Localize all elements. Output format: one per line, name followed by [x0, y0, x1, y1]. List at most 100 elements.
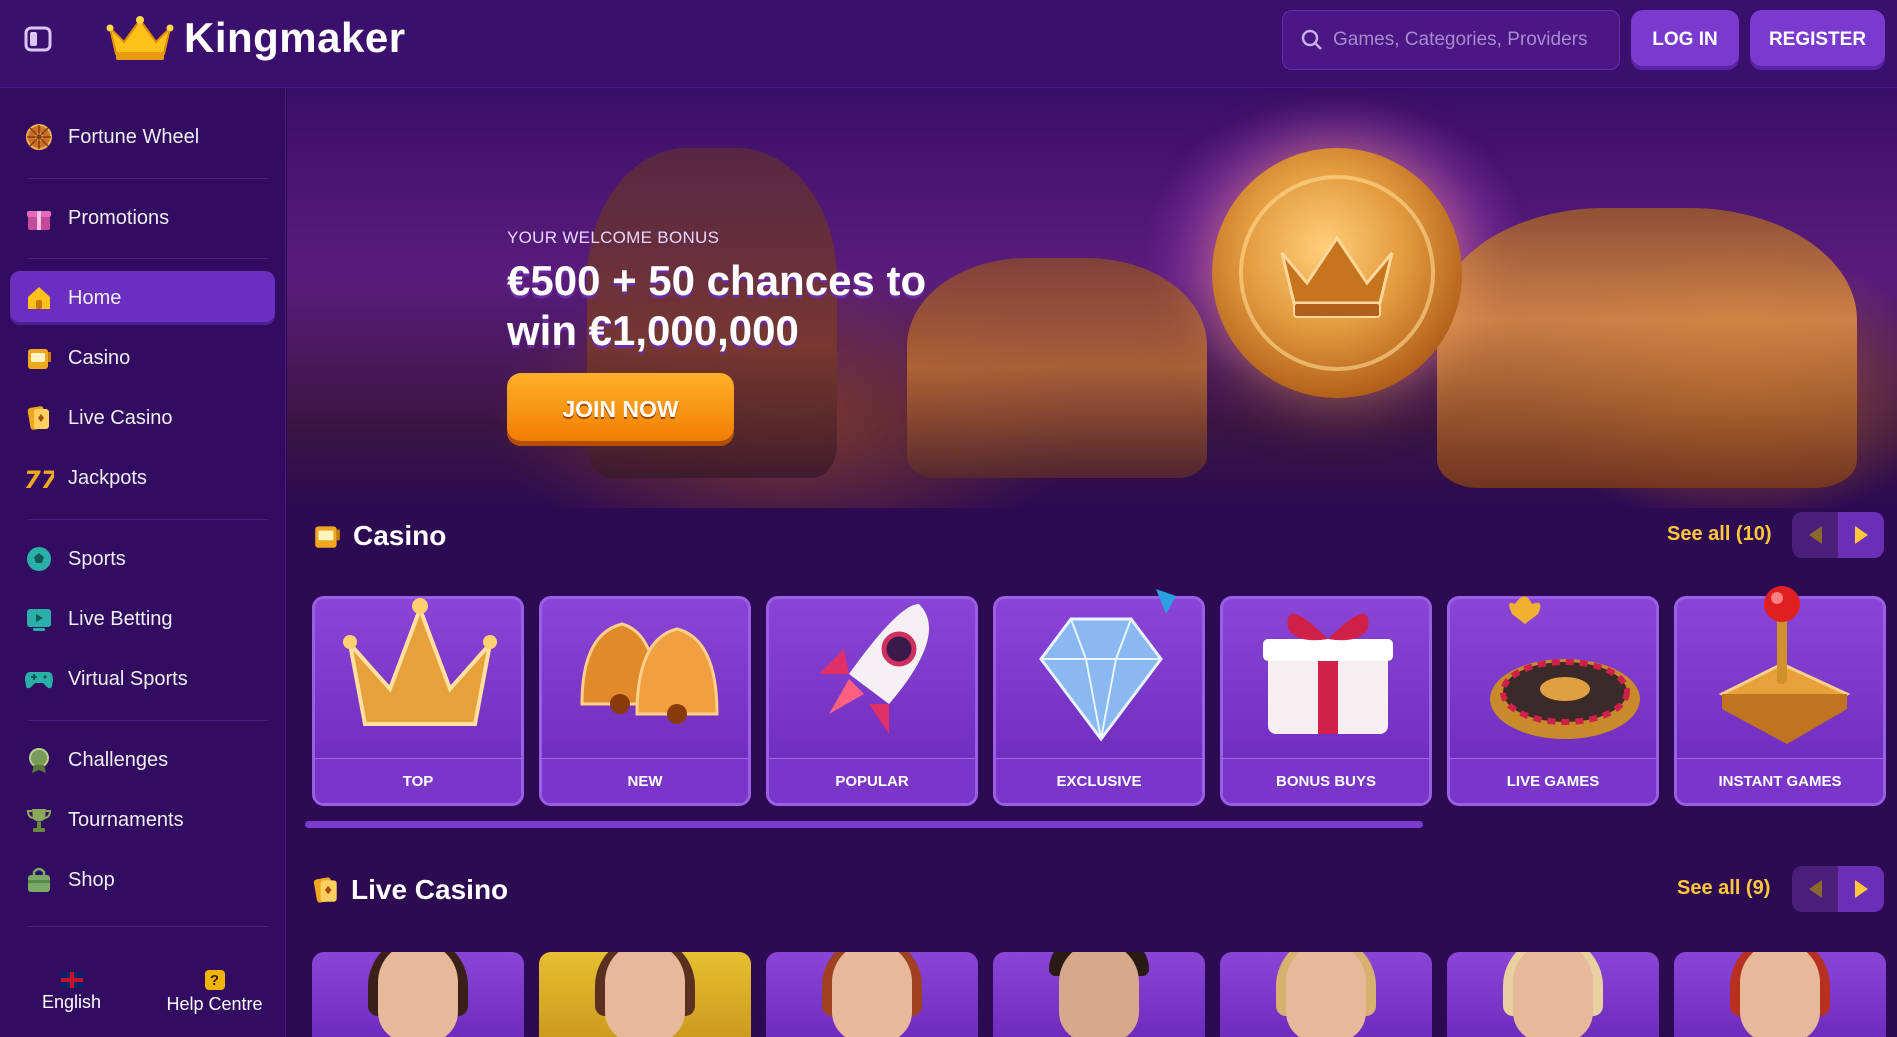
sidebar-item-label: Virtual Sports: [68, 667, 188, 690]
dealer-face: [832, 952, 912, 1037]
login-button[interactable]: LOG IN: [1631, 10, 1739, 70]
bells-icon: [562, 579, 732, 759]
seven-seven-icon: 77: [24, 463, 54, 493]
sidebar-item-challenges[interactable]: Challenges: [10, 733, 275, 787]
sidebar-item-label: Live Betting: [68, 607, 173, 630]
shopping-bag-icon: [24, 865, 54, 895]
diamond-icon: [1016, 579, 1186, 759]
dealer-face: [1059, 952, 1139, 1037]
carousel-next-button[interactable]: [1838, 512, 1884, 558]
divider: [28, 178, 268, 179]
sidebar-item-live-casino[interactable]: Live Casino: [10, 391, 275, 445]
dealer-face: [1740, 952, 1820, 1037]
sidebar-item-home[interactable]: Home: [10, 271, 275, 325]
card-label: NEW: [542, 758, 748, 803]
rocket-icon: [789, 579, 959, 759]
medal-icon: [24, 745, 54, 775]
gift-icon: [24, 203, 54, 233]
card-label: EXCLUSIVE: [996, 758, 1202, 803]
search-icon: [1301, 29, 1322, 50]
language-label: English: [41, 992, 102, 1012]
sidebar-toggle-icon[interactable]: [24, 26, 56, 54]
question-icon: ?: [204, 970, 225, 990]
casino-category-row: TOP NEW POPULAR EXCLUSIVE BONUS BUYS LIV…: [312, 586, 1886, 806]
search-input[interactable]: [1333, 29, 1613, 51]
sidebar-item-label: Fortune Wheel: [68, 125, 200, 148]
carousel-next-button[interactable]: [1838, 866, 1884, 912]
sidebar-item-label: Live Casino: [68, 406, 173, 429]
sidebar-item-sports[interactable]: Sports: [10, 532, 275, 586]
live-game-card[interactable]: [539, 952, 751, 1037]
casino-carousel-nav: [1792, 512, 1884, 558]
sidebar-item-promotions[interactable]: Promotions: [10, 191, 275, 245]
live-game-card[interactable]: [766, 952, 978, 1037]
sidebar-item-label: Sports: [68, 547, 126, 570]
sidebar-item-label: Jackpots: [68, 466, 147, 489]
live-game-card[interactable]: [1220, 952, 1432, 1037]
help-centre-link[interactable]: ? Help Centre: [143, 948, 286, 1037]
divider: [28, 519, 268, 520]
divider: [28, 926, 268, 927]
sidebar-item-virtual-sports[interactable]: Virtual Sports: [10, 652, 275, 706]
roulette-icon: [1470, 579, 1640, 759]
sidebar-item-shop[interactable]: Shop: [10, 853, 275, 907]
category-card-live-games[interactable]: LIVE GAMES: [1447, 596, 1659, 806]
sidebar-item-fortune-wheel[interactable]: Fortune Wheel: [10, 110, 275, 164]
arrow-left-icon: [1808, 526, 1822, 544]
join-now-button[interactable]: JOIN NOW: [507, 373, 734, 446]
gift-box-icon: [1243, 579, 1413, 759]
cards-icon: [24, 403, 54, 433]
hero-subtitle: YOUR WELCOME BONUS: [507, 228, 720, 247]
category-card-top[interactable]: TOP: [312, 596, 524, 806]
sidebar-footer: English ? Help Centre: [0, 948, 286, 1037]
live-casino-section-header: Live Casino: [311, 874, 508, 906]
dealer-face: [378, 952, 458, 1037]
sidebar-item-casino[interactable]: Casino: [10, 331, 275, 385]
slot-machine-icon: [24, 343, 54, 373]
hero-banner: YOUR WELCOME BONUS €500 + 50 chances to …: [287, 88, 1897, 508]
language-selector[interactable]: English: [0, 948, 143, 1037]
register-button[interactable]: REGISTER: [1750, 10, 1885, 70]
trophy-icon: [24, 805, 54, 835]
carousel-prev-button[interactable]: [1792, 512, 1838, 558]
live-game-card[interactable]: [993, 952, 1205, 1037]
brand-logo[interactable]: Kingmaker: [106, 14, 406, 62]
live-game-card[interactable]: [1447, 952, 1659, 1037]
dealer-face: [1286, 952, 1366, 1037]
category-card-new[interactable]: NEW: [539, 596, 751, 806]
live-game-card[interactable]: [312, 952, 524, 1037]
casino-see-all-link[interactable]: See all (10): [1667, 523, 1772, 546]
live-casino-row: [312, 952, 1886, 1037]
card-label: INSTANT GAMES: [1677, 758, 1883, 803]
category-card-popular[interactable]: POPULAR: [766, 596, 978, 806]
casino-section-header: Casino: [311, 520, 446, 552]
carousel-prev-button[interactable]: [1792, 866, 1838, 912]
sidebar-item-jackpots[interactable]: 77 Jackpots: [10, 451, 275, 505]
divider: [28, 258, 268, 259]
live-game-card[interactable]: [1674, 952, 1886, 1037]
section-title: Live Casino: [351, 874, 509, 905]
live-casino-see-all-link[interactable]: See all (9): [1677, 877, 1770, 900]
category-card-exclusive[interactable]: EXCLUSIVE: [993, 589, 1205, 806]
search-box[interactable]: [1282, 10, 1620, 70]
sidebar-item-label: Promotions: [68, 206, 170, 229]
home-icon: [24, 283, 54, 313]
uk-flag-icon: [60, 972, 83, 988]
help-label: Help Centre: [166, 994, 263, 1014]
sidebar-item-live-betting[interactable]: Live Betting: [10, 592, 275, 646]
arrow-right-icon: [1854, 880, 1868, 898]
hero-title: €500 + 50 chances to win €1,000,000: [507, 257, 927, 354]
top-bar: Kingmaker LOG IN REGISTER: [0, 0, 1897, 88]
svg-text:77: 77: [24, 466, 54, 492]
category-card-instant-games[interactable]: INSTANT GAMES: [1674, 586, 1886, 806]
slot-machine-icon: [315, 526, 340, 548]
sidebar-item-tournaments[interactable]: Tournaments: [10, 793, 275, 847]
sidebar-item-label: Home: [68, 286, 122, 309]
dealer-face: [1513, 952, 1593, 1037]
soccer-ball-icon: [24, 544, 54, 574]
carousel-scrollbar[interactable]: [305, 821, 1423, 828]
card-label: POPULAR: [769, 758, 975, 803]
divider: [28, 720, 268, 721]
category-card-bonus-buys[interactable]: BONUS BUYS: [1220, 596, 1432, 806]
section-title: Casino: [353, 520, 447, 551]
